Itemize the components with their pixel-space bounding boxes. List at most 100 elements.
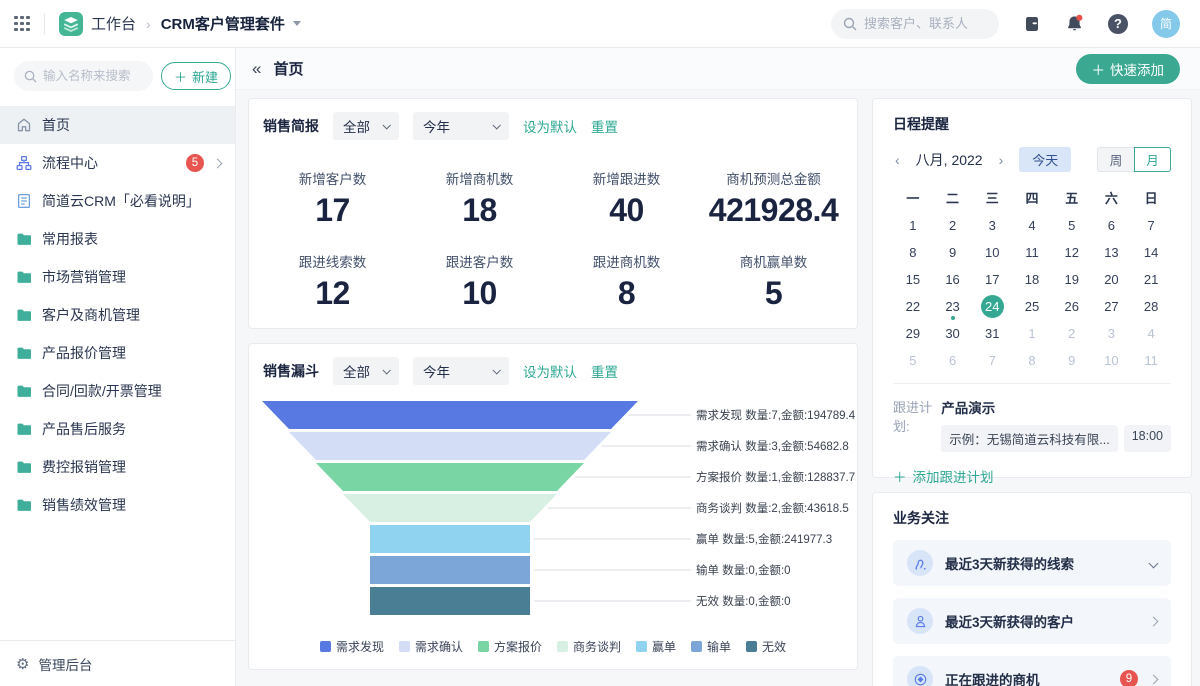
calendar-day[interactable]: 21	[1131, 266, 1171, 293]
legend-方案报价[interactable]: 方案报价	[478, 638, 542, 655]
calendar-day[interactable]: 23	[933, 293, 973, 320]
legend-输单[interactable]: 输单	[691, 638, 731, 655]
apps-grid-icon[interactable]	[14, 16, 30, 32]
calendar-day[interactable]: 3	[972, 212, 1012, 239]
app-title-caret-icon[interactable]	[293, 21, 301, 26]
chevron-down-icon	[382, 366, 390, 374]
add-plan-link[interactable]: ＋ 添加跟进计划	[893, 466, 1171, 486]
global-search-input[interactable]	[864, 16, 984, 31]
calendar-day[interactable]: 10	[1092, 347, 1132, 374]
calendar-day[interactable]: 1	[893, 212, 933, 239]
legend-需求确认[interactable]: 需求确认	[399, 638, 463, 655]
bell-icon[interactable]	[1065, 14, 1084, 33]
calendar-day[interactable]: 2	[1052, 320, 1092, 347]
sidebar-item-5[interactable]: 客户及商机管理	[0, 296, 235, 334]
reset-link[interactable]: 重置	[591, 361, 618, 381]
calendar-day[interactable]: 7	[1131, 212, 1171, 239]
page-title: 首页	[273, 58, 303, 79]
set-default-link[interactable]: 设为默认	[523, 116, 577, 136]
calendar-day[interactable]: 1	[1012, 320, 1052, 347]
sidebar-item-6[interactable]: 产品报价管理	[0, 334, 235, 372]
global-search[interactable]	[831, 9, 999, 39]
calendar-day[interactable]: 15	[893, 266, 933, 293]
calendar-day[interactable]: 4	[1012, 212, 1052, 239]
breadcrumb-workspace[interactable]: 工作台	[91, 13, 136, 34]
calendar-day[interactable]: 29	[893, 320, 933, 347]
calendar-day[interactable]: 31	[972, 320, 1012, 347]
calendar-day[interactable]: 14	[1131, 239, 1171, 266]
sidebar-item-7[interactable]: 合同/回款/开票管理	[0, 372, 235, 410]
legend-无效[interactable]: 无效	[746, 638, 786, 655]
calendar-day[interactable]: 5	[893, 347, 933, 374]
calendar-day[interactable]: 5	[1052, 212, 1092, 239]
legend-赢单[interactable]: 赢单	[636, 638, 676, 655]
plan-company-pill[interactable]: 示例：无锡简道云科技有限...	[941, 425, 1117, 452]
calendar-day[interactable]: 8	[893, 239, 933, 266]
help-icon[interactable]: ?	[1108, 14, 1128, 34]
next-month-icon[interactable]: ›	[997, 152, 1006, 168]
calendar-day[interactable]: 19	[1052, 266, 1092, 293]
funnel-label: 需求发现 数量:7,金额:194789.4	[696, 408, 856, 422]
chevron-down-icon	[492, 121, 500, 129]
calendar-day[interactable]: 18	[1012, 266, 1052, 293]
calendar-day[interactable]: 8	[1012, 347, 1052, 374]
quick-add-button[interactable]: ＋快速添加	[1076, 54, 1181, 84]
scope-select[interactable]: 全部	[333, 112, 399, 140]
today-button[interactable]: 今天	[1019, 147, 1071, 172]
app-title[interactable]: CRM客户管理套件	[161, 13, 285, 34]
calendar-day[interactable]: 20	[1092, 266, 1132, 293]
logo-icon[interactable]	[59, 12, 83, 36]
scope-select[interactable]: 全部	[333, 357, 399, 385]
calendar-day[interactable]: 10	[972, 239, 1012, 266]
legend-商务谈判[interactable]: 商务谈判	[557, 638, 621, 655]
admin-console-button[interactable]: ⚙ 管理后台	[0, 640, 235, 686]
calendar-day[interactable]: 3	[1092, 320, 1132, 347]
calendar-day[interactable]: 7	[972, 347, 1012, 374]
sidebar-item-2[interactable]: 简道云CRM「必看说明」	[0, 182, 235, 220]
sidebar-search-input[interactable]	[43, 69, 143, 83]
calendar-day[interactable]: 11	[1012, 239, 1052, 266]
new-button[interactable]: ＋新建	[161, 62, 231, 90]
time-select[interactable]: 今年	[413, 112, 509, 140]
sidebar-item-9[interactable]: 费控报销管理	[0, 448, 235, 486]
calendar-day[interactable]: 4	[1131, 320, 1171, 347]
calendar-day[interactable]: 16	[933, 266, 973, 293]
calendar-day[interactable]: 30	[933, 320, 973, 347]
contacts-book-icon[interactable]	[1023, 15, 1041, 33]
calendar-day[interactable]: 6	[933, 347, 973, 374]
calendar-day[interactable]: 12	[1052, 239, 1092, 266]
calendar-day[interactable]: 27	[1092, 293, 1132, 320]
sidebar-item-10[interactable]: 销售绩效管理	[0, 486, 235, 524]
calendar-day-selected[interactable]: 24	[972, 293, 1012, 320]
reset-link[interactable]: 重置	[591, 116, 618, 136]
time-select[interactable]: 今年	[413, 357, 509, 385]
calendar-day[interactable]: 9	[933, 239, 973, 266]
month-toggle[interactable]: 月	[1134, 147, 1171, 172]
legend-需求发现[interactable]: 需求发现	[320, 638, 384, 655]
sidebar-item-0[interactable]: 首页	[0, 106, 235, 144]
sidebar-item-8[interactable]: 产品售后服务	[0, 410, 235, 448]
sidebar-search[interactable]	[14, 61, 153, 91]
calendar-day[interactable]: 11	[1131, 347, 1171, 374]
calendar-day[interactable]: 17	[972, 266, 1012, 293]
focus-item-0[interactable]: 最近3天新获得的线索	[893, 540, 1171, 586]
calendar-day[interactable]: 13	[1092, 239, 1132, 266]
focus-item-2[interactable]: 正在跟进的商机9	[893, 656, 1171, 686]
calendar-day[interactable]: 26	[1052, 293, 1092, 320]
sidebar-item-1[interactable]: 流程中心5	[0, 144, 235, 182]
calendar-day[interactable]: 25	[1012, 293, 1052, 320]
calendar-day[interactable]: 2	[933, 212, 973, 239]
focus-item-1[interactable]: 最近3天新获得的客户	[893, 598, 1171, 644]
calendar-day[interactable]: 22	[893, 293, 933, 320]
prev-month-icon[interactable]: ‹	[893, 152, 902, 168]
folder-icon	[16, 345, 32, 361]
collapse-sidebar-icon[interactable]: «	[248, 58, 265, 79]
avatar[interactable]: 简	[1152, 10, 1180, 38]
sidebar-item-3[interactable]: 常用报表	[0, 220, 235, 258]
calendar-day[interactable]: 28	[1131, 293, 1171, 320]
sidebar-item-4[interactable]: 市场营销管理	[0, 258, 235, 296]
calendar-day[interactable]: 6	[1092, 212, 1132, 239]
set-default-link[interactable]: 设为默认	[523, 361, 577, 381]
calendar-day[interactable]: 9	[1052, 347, 1092, 374]
week-toggle[interactable]: 周	[1097, 147, 1134, 172]
